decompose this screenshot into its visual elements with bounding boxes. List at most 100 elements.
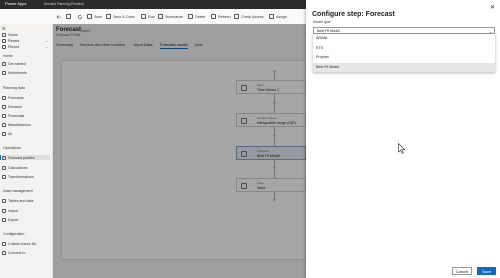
hamburger-icon: ☰ — [2, 26, 6, 31]
profile-icon — [2, 155, 6, 160]
refresh-icon — [211, 14, 216, 19]
dropdown-option-best-fit-model[interactable]: Best Fit Model — [313, 62, 495, 72]
sidebar-item-recent[interactable]: Recent ⌄ — [2, 38, 50, 43]
home-icon — [2, 32, 6, 37]
modal-overlay[interactable] — [53, 24, 306, 278]
sidebar-item-label: Pinned — [8, 44, 20, 49]
window-icon — [66, 14, 71, 19]
check-access-button[interactable]: Check Access — [234, 13, 264, 20]
sidebar-item-label: All — [8, 131, 12, 136]
sidebar-item-demand[interactable]: Demand — [2, 104, 50, 109]
save-close-icon — [106, 14, 111, 19]
sidebar-section-planning-data: Planning data — [3, 86, 25, 90]
table-icon — [2, 198, 6, 203]
sidebar-item-label: Financials — [8, 113, 25, 118]
model-type-dropdown: ARIMA ETS Prophet Best Fit Model — [313, 34, 495, 72]
sidebar-item-tables-and-data[interactable]: Tables and data — [2, 198, 50, 203]
sidebar-item-label: Miscellaneous — [8, 122, 31, 127]
sidebar-item-label: Custom Azure ML — [8, 241, 37, 246]
cancel-button[interactable]: Cancel — [452, 267, 472, 275]
sidebar-item-export[interactable]: Export — [2, 217, 50, 222]
sidebar-item-pinned[interactable]: Pinned ⌄ — [2, 44, 50, 49]
sidebar-item-worksheets[interactable]: Worksheets — [2, 70, 50, 75]
save-close-label: Save & Close — [113, 14, 135, 19]
grid-icon — [2, 131, 6, 136]
delete-label: Delete — [195, 14, 206, 19]
trash-icon — [188, 14, 193, 19]
dropdown-option-arima[interactable]: ARIMA — [313, 34, 495, 43]
assign-button[interactable]: Assign — [269, 13, 287, 20]
chevron-down-icon: ⌄ — [45, 38, 48, 43]
close-icon[interactable]: ✕ — [490, 4, 495, 11]
delete-button[interactable]: Delete — [188, 13, 205, 20]
mouse-cursor-icon — [398, 143, 406, 154]
save-button[interactable]: Save — [87, 13, 102, 20]
summarize-icon — [158, 14, 163, 19]
summarize-button[interactable]: Summarize — [158, 13, 183, 20]
rocket-icon — [2, 61, 6, 66]
save-close-button[interactable]: Save & Close — [106, 13, 135, 20]
person-icon — [269, 14, 274, 19]
sidebar-section-data-management: Data management — [3, 189, 33, 193]
model-type-select[interactable]: Best Fit Model ⌄ — [313, 27, 495, 34]
run-button[interactable]: Run — [141, 13, 155, 20]
back-arrow-icon — [56, 14, 61, 19]
sidebar-item-label: Calculations — [8, 165, 28, 170]
transform-icon — [2, 174, 6, 179]
refresh-button[interactable]: Refresh — [211, 13, 231, 20]
sidebar-item-label: Worksheets — [8, 70, 27, 75]
new-window-button[interactable] — [66, 13, 71, 20]
sidebar-item-forecasts[interactable]: Forecasts — [2, 95, 50, 100]
menu-toggle[interactable]: ☰ — [2, 26, 50, 31]
export-icon — [2, 217, 6, 222]
sidebar-item-transformations[interactable]: Transformations — [2, 174, 50, 179]
calculator-icon — [2, 165, 6, 170]
sidebar-item-financials[interactable]: Financials — [2, 113, 50, 118]
model-type-label: Model type — [313, 20, 331, 24]
chevron-down-icon: ⌄ — [45, 44, 48, 49]
azure-ml-icon — [2, 241, 6, 246]
brand-name[interactable]: Power Apps — [5, 1, 26, 6]
save-label: Save — [94, 14, 103, 19]
shield-icon — [234, 14, 239, 19]
sidebar-item-get-started[interactable]: Get started — [2, 61, 50, 66]
app-name: Demand Planning (Preview) — [44, 1, 84, 6]
sidebar-item-label: Tables and data — [8, 198, 34, 203]
worksheet-icon — [2, 70, 6, 75]
pin-icon — [2, 44, 6, 49]
back-button[interactable] — [56, 13, 62, 20]
sidebar-item-label: Transformations — [8, 174, 34, 179]
sidebar-item-miscellaneous[interactable]: Miscellaneous — [2, 122, 50, 127]
sidebar-item-all[interactable]: All — [2, 131, 50, 136]
refresh-label: Refresh — [218, 14, 231, 19]
sidebar-item-forecast-profiles[interactable]: Forecast profiles — [0, 155, 50, 160]
selected-model-type: Best Fit Model — [317, 29, 340, 34]
chevron-down-icon: ⌄ — [488, 28, 492, 34]
sidebar-item-label: Recent — [8, 38, 20, 43]
assign-label: Assign — [276, 14, 287, 19]
summarize-label: Summarize — [165, 14, 184, 19]
dropdown-option-prophet[interactable]: Prophet — [313, 53, 495, 62]
sidebar-item-label: Forecast profiles — [8, 155, 35, 160]
sidebar-item-import[interactable]: Import — [2, 208, 50, 213]
demand-icon — [2, 104, 6, 109]
sidebar-item-label: Import — [8, 208, 19, 213]
refresh-view-button[interactable] — [77, 13, 83, 20]
sidebar-item-label: Export — [8, 217, 19, 222]
clock-icon — [2, 38, 6, 43]
save-panel-button[interactable]: Save — [477, 267, 496, 275]
save-icon — [87, 14, 92, 19]
reload-icon — [77, 14, 83, 19]
dropdown-option-ets[interactable]: ETS — [313, 44, 495, 53]
sidebar-item-calculations[interactable]: Calculations — [2, 165, 50, 170]
panel-title: Configure step: Forecast — [312, 11, 395, 18]
forecast-icon — [2, 95, 6, 100]
sidebar-item-custom-azure-ml[interactable]: Custom Azure ML — [2, 241, 50, 246]
misc-icon — [2, 122, 6, 127]
check-access-label: Check Access — [241, 14, 264, 19]
link-icon — [2, 250, 6, 255]
sidebar-item-label: Home — [8, 32, 18, 37]
sidebar-item-connect-to[interactable]: Connect to — [2, 250, 50, 255]
sidebar-item-home[interactable]: Home — [2, 32, 50, 37]
run-label: Run — [148, 14, 155, 19]
